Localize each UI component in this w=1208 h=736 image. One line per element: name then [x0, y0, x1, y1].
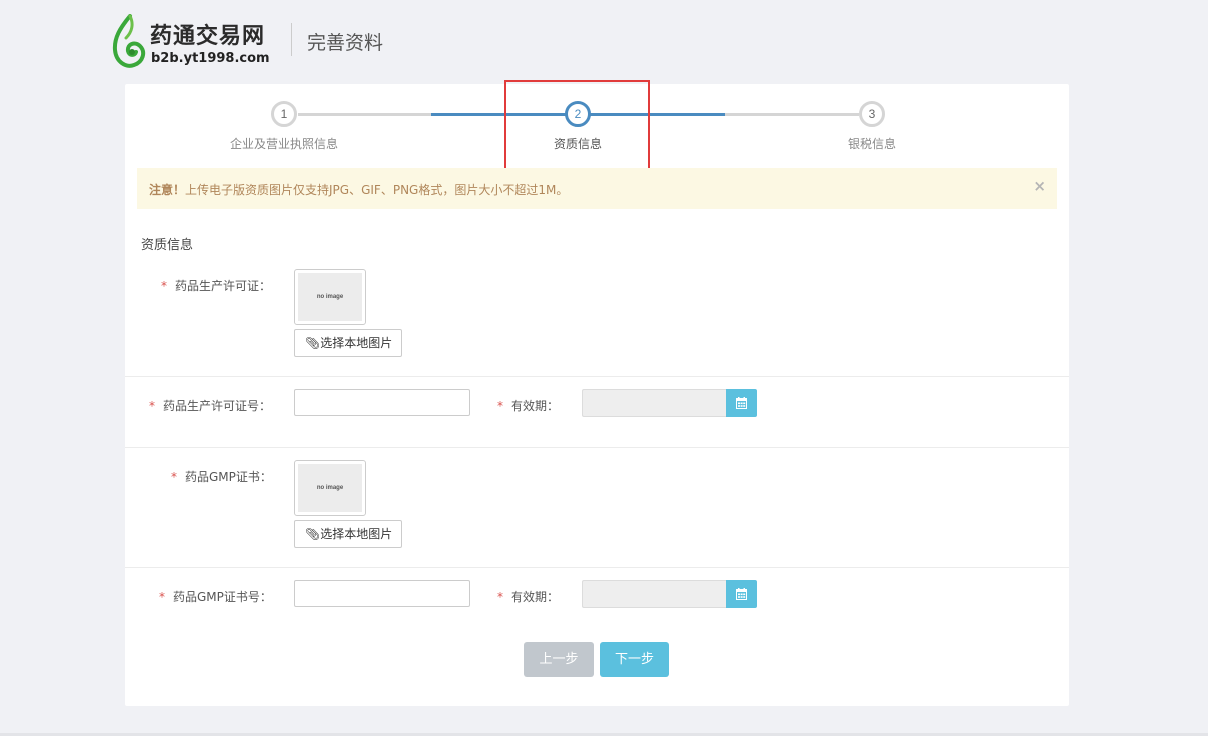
manufacturing-license-thumbnail: no image — [294, 269, 366, 325]
validity-label-text: 有效期： — [511, 590, 560, 604]
page-title: 完善资料 — [307, 32, 384, 54]
brand-url[interactable]: b2b.yt1998.com — [151, 51, 270, 66]
gmp-cert-no-label: * 药品GMP证书号： — [159, 588, 272, 605]
notice-strong: 注意！ — [149, 183, 186, 197]
gmp-validity-calendar-button[interactable] — [726, 580, 757, 608]
active-step-highlight — [504, 80, 650, 174]
gmp-validity-date-input[interactable] — [582, 580, 726, 608]
notice-alert: 注意！上传电子版资质图片仅支持JPG、GIF、PNG格式，图片大小不超过1M。 … — [137, 168, 1057, 209]
manufacturing-license-label: * 药品生产许可证： — [161, 277, 271, 294]
required-mark: * — [497, 590, 503, 604]
step-3-label: 银税信息 — [847, 137, 897, 151]
required-mark: * — [149, 399, 155, 413]
required-mark: * — [497, 399, 503, 413]
validity-label-text: 有效期： — [511, 399, 560, 413]
step-1-circle: 1 — [271, 101, 297, 127]
close-icon[interactable]: × — [1033, 177, 1046, 195]
manufacturing-license-no-label-text: 药品生产许可证号： — [163, 399, 272, 413]
paperclip-icon: 📎︎ — [305, 527, 321, 541]
row-divider — [125, 447, 1069, 448]
no-image-placeholder: no image — [298, 464, 362, 512]
choose-image-label: 选择本地图片 — [320, 336, 393, 350]
row-divider — [125, 567, 1069, 568]
manufacturing-validity-calendar-button[interactable] — [726, 389, 757, 417]
step-3-circle: 3 — [859, 101, 885, 127]
leaf-swirl-logo-icon[interactable] — [112, 14, 146, 68]
page-header: 药通交易网 b2b.yt1998.com 完善资料 — [0, 0, 1208, 84]
manufacturing-license-no-label: * 药品生产许可证号： — [149, 397, 271, 414]
manufacturing-validity-label: * 有效期： — [497, 397, 559, 414]
notice-text: 注意！上传电子版资质图片仅支持JPG、GIF、PNG格式，图片大小不超过1M。 — [149, 181, 568, 198]
paperclip-icon: 📎︎ — [305, 336, 321, 350]
step-1-label: 企业及营业执照信息 — [229, 137, 339, 151]
choose-image-label: 选择本地图片 — [320, 527, 393, 541]
choose-manufacturing-license-image-button[interactable]: 📎︎选择本地图片 — [294, 329, 403, 357]
gmp-cert-no-input[interactable] — [294, 580, 470, 607]
section-title: 资质信息 — [141, 238, 194, 253]
manufacturing-license-label-text: 药品生产许可证： — [175, 279, 272, 293]
gmp-cert-thumbnail: no image — [294, 460, 366, 516]
brand-name[interactable]: 药通交易网 — [150, 18, 265, 50]
required-mark: * — [171, 470, 177, 484]
required-mark: * — [159, 590, 165, 604]
gmp-cert-no-label-text: 药品GMP证书号： — [173, 590, 272, 604]
next-step-button[interactable]: 下一步 — [600, 642, 669, 677]
gmp-cert-label-text: 药品GMP证书： — [185, 470, 272, 484]
header-divider — [291, 23, 292, 56]
manufacturing-license-no-input[interactable] — [294, 389, 470, 416]
gmp-cert-label: * 药品GMP证书： — [171, 468, 272, 485]
choose-gmp-cert-image-button[interactable]: 📎︎选择本地图片 — [294, 520, 403, 548]
step-line-3-pending — [725, 113, 859, 116]
prev-step-button[interactable]: 上一步 — [524, 642, 594, 677]
manufacturing-validity-date-input[interactable] — [582, 389, 726, 417]
required-mark: * — [161, 279, 167, 293]
gmp-validity-label: * 有效期： — [497, 588, 559, 605]
notice-message: 上传电子版资质图片仅支持JPG、GIF、PNG格式，图片大小不超过1M。 — [185, 183, 569, 197]
no-image-placeholder: no image — [298, 273, 362, 321]
step-line-1-done — [298, 113, 431, 116]
calendar-icon — [736, 397, 747, 409]
row-divider — [125, 376, 1069, 377]
calendar-icon — [736, 588, 747, 600]
